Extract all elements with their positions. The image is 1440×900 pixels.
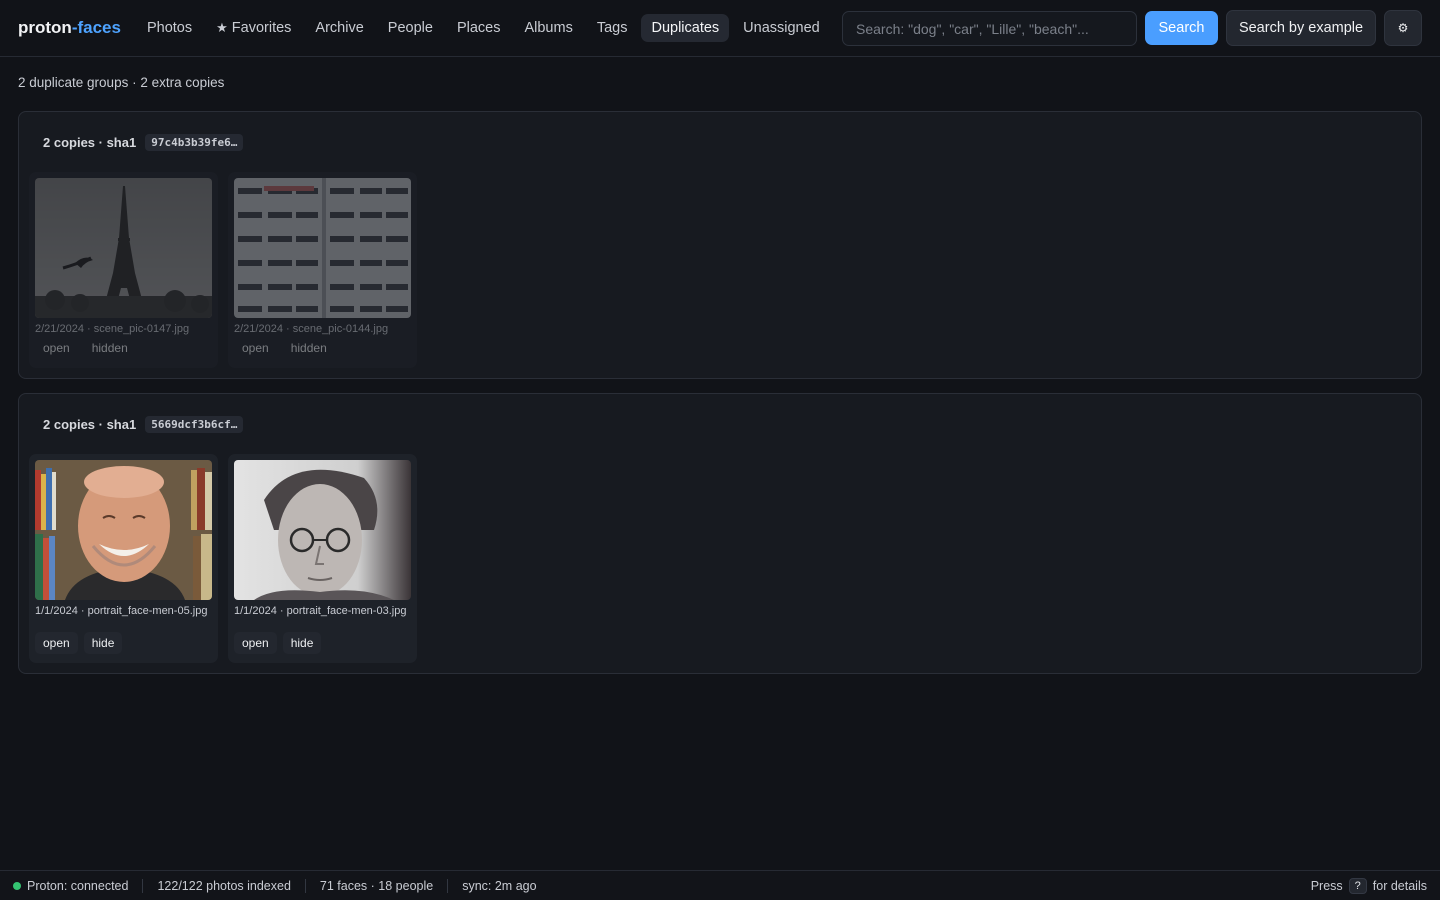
hidden-toggle[interactable]: hidden [283,337,335,359]
nav-favorites-label: Favorites [231,20,292,36]
eiffel-tower-image [35,178,212,318]
glasses-man-portrait-image [234,460,411,600]
search-by-example-button[interactable]: Search by example [1226,10,1376,46]
photo-card: 2/21/2024 · scene_pic-0147.jpg open hidd… [29,172,218,368]
help-suffix: for details [1372,878,1427,893]
photo-card: 1/1/2024 · portrait_face-men-03.jpg open… [228,454,417,663]
nav-photos[interactable]: Photos [137,14,202,42]
open-button[interactable]: open [234,632,277,654]
group-title: 2 copies · sha1 [43,417,137,432]
connection-status-label: Proton: connected [27,878,129,893]
photo-card: 1/1/2024 · portrait_face-men-05.jpg open… [29,454,218,663]
photo-thumbnail[interactable] [35,178,212,318]
photo-meta: 1/1/2024 · portrait_face-men-03.jpg [234,605,407,617]
top-nav-bar: proton-faces Photos ★ Favorites Archive P… [0,0,1440,57]
search-input[interactable] [842,11,1137,46]
nav-people-label: People [387,20,433,36]
group-title: 2 copies · sha1 [43,135,137,150]
star-icon: ★ [216,20,228,35]
hide-button[interactable]: hide [282,632,322,654]
brand-accent: -faces [71,18,121,37]
hide-button[interactable]: hide [83,632,123,654]
help-key[interactable]: ? [1348,877,1367,894]
nav-duplicates-label: Duplicates [651,20,720,36]
photo-meta: 1/1/2024 · portrait_face-men-05.jpg [35,605,208,617]
photo-meta: 2/21/2024 · scene_pic-0147.jpg [35,323,190,335]
nav-duplicates[interactable]: Duplicates [641,14,730,42]
open-button[interactable]: open [35,632,78,654]
duplicate-group: 2 copies · sha1 5669dcf3b6cf… 1/1/2024 ·… [18,393,1422,674]
photo-thumbnail[interactable] [234,178,411,318]
nav-archive-label: Archive [315,20,364,36]
photo-actions: open hidden [234,337,335,359]
photo-thumbnail[interactable] [35,460,212,600]
gear-icon: ⚙ [1397,21,1409,35]
index-status-label: 122/122 photos indexed [157,878,291,893]
main-nav: Photos ★ Favorites Archive People Places … [137,14,830,42]
nav-unassigned-label: Unassigned [743,20,820,36]
help-hint: Press ? for details [1310,877,1427,894]
app-logo[interactable]: proton-faces [18,18,121,38]
photo-actions: open hide [234,632,322,654]
photo-meta: 2/21/2024 · scene_pic-0144.jpg [234,323,389,335]
group-header: 2 copies · sha1 97c4b3b39fe6… [43,134,244,151]
smiling-man-portrait-image [35,460,212,600]
status-bar: Proton: connected 122/122 photos indexed… [0,870,1440,900]
nav-tags[interactable]: Tags [587,14,638,42]
building-facade-image [234,178,411,318]
sync-status: sync: 2m ago [462,879,550,893]
nav-unassigned[interactable]: Unassigned [733,14,830,42]
search-button[interactable]: Search [1145,11,1218,45]
hidden-toggle[interactable]: hidden [84,337,136,359]
nav-people[interactable]: People [378,14,443,42]
photo-thumbnail[interactable] [234,460,411,600]
connection-status: Proton: connected [13,878,144,893]
nav-favorites[interactable]: ★ Favorites [206,14,301,42]
nav-tags-label: Tags [596,20,628,36]
open-button[interactable]: open [35,337,78,359]
photo-card: 2/21/2024 · scene_pic-0144.jpg open hidd… [228,172,417,368]
group-hash: 5669dcf3b6cf… [145,416,244,433]
nav-places[interactable]: Places [447,14,511,42]
settings-button[interactable]: ⚙ [1384,10,1422,46]
photo-actions: open hidden [35,337,136,359]
nav-places-label: Places [456,20,501,36]
connection-status-dot-icon [13,881,21,890]
nav-albums-label: Albums [524,20,573,36]
faces-status: 71 faces · 18 people [319,878,449,893]
faces-status-label: 71 faces · 18 people [319,878,434,893]
help-prefix: Press [1310,878,1343,893]
photo-actions: open hide [35,632,123,654]
open-button[interactable]: open [234,337,277,359]
nav-albums[interactable]: Albums [514,14,582,42]
group-header: 2 copies · sha1 5669dcf3b6cf… [43,416,244,433]
index-status: 122/122 photos indexed [157,878,306,893]
group-hash: 97c4b3b39fe6… [145,134,244,151]
sync-status-label: sync: 2m ago [462,878,537,893]
duplicates-summary: 2 duplicate groups · 2 extra copies [18,75,225,90]
brand-main: proton [18,18,72,37]
nav-photos-label: Photos [146,20,193,36]
nav-archive[interactable]: Archive [305,14,373,42]
duplicate-group: 2 copies · sha1 97c4b3b39fe6… 2/21/2024 … [18,111,1422,379]
